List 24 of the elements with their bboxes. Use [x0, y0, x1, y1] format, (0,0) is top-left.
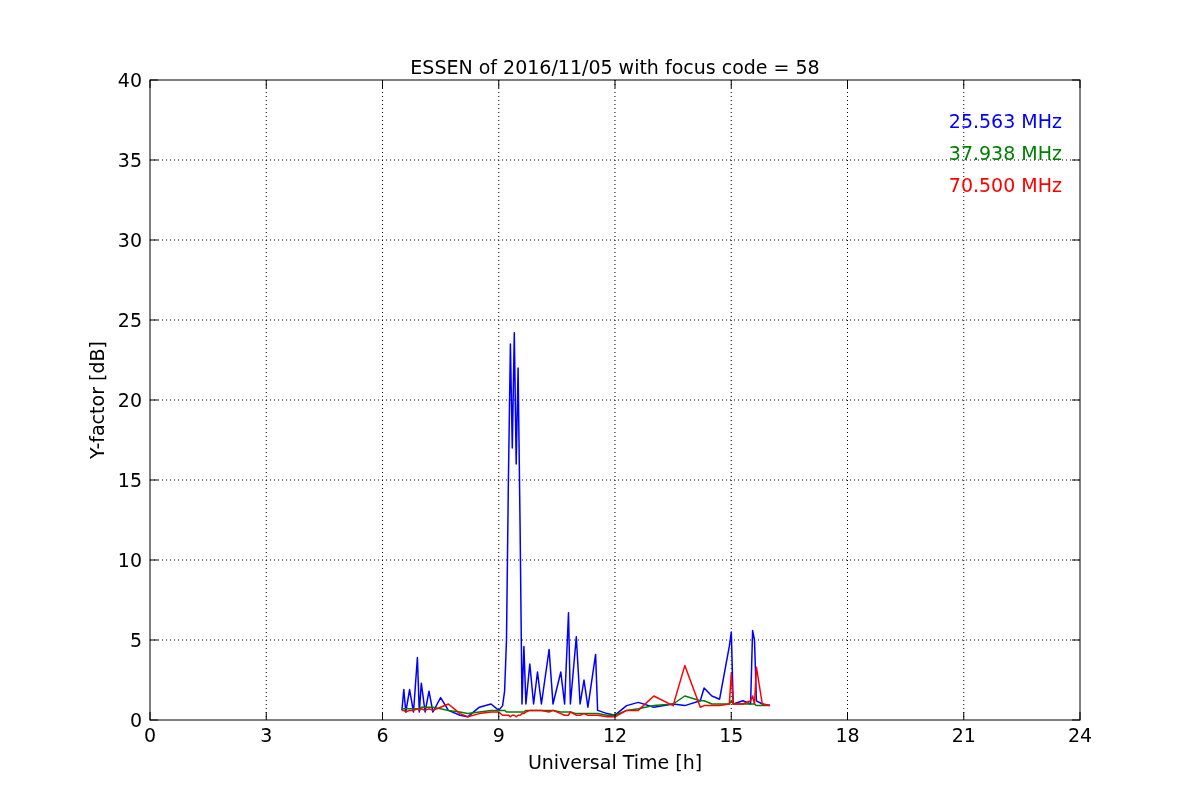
y-tick-label: 20 [117, 389, 142, 411]
y-tick-label: 35 [117, 149, 142, 171]
y-tick-label: 10 [117, 549, 142, 571]
y-tick-label: 30 [117, 229, 142, 251]
x-tick-label: 6 [376, 724, 389, 746]
chart-title: ESSEN of 2016/11/05 with focus code = 58 [410, 56, 820, 78]
x-tick-label: 18 [835, 724, 860, 746]
y-tick-label: 5 [129, 629, 142, 651]
x-tick-label: 3 [260, 724, 273, 746]
legend-entry: 25.563 MHz [948, 110, 1062, 132]
y-tick-label: 40 [117, 69, 142, 91]
x-tick-label: 15 [719, 724, 744, 746]
y-tick-label: 25 [117, 309, 142, 331]
legend-entry: 37.938 MHz [948, 142, 1062, 164]
x-tick-label: 9 [492, 724, 505, 746]
x-tick-label: 24 [1067, 724, 1093, 746]
y-tick-label: 0 [129, 709, 142, 731]
legend-entry: 70.500 MHz [948, 174, 1062, 196]
x-tick-label: 0 [143, 724, 157, 746]
y-tick-label: 15 [117, 469, 142, 491]
x-tick-label: 21 [951, 724, 976, 746]
x-axis-label: Universal Time [h] [527, 751, 703, 773]
y-axis-label: Y-factor [dB] [86, 341, 108, 459]
x-tick-label: 12 [602, 724, 628, 746]
